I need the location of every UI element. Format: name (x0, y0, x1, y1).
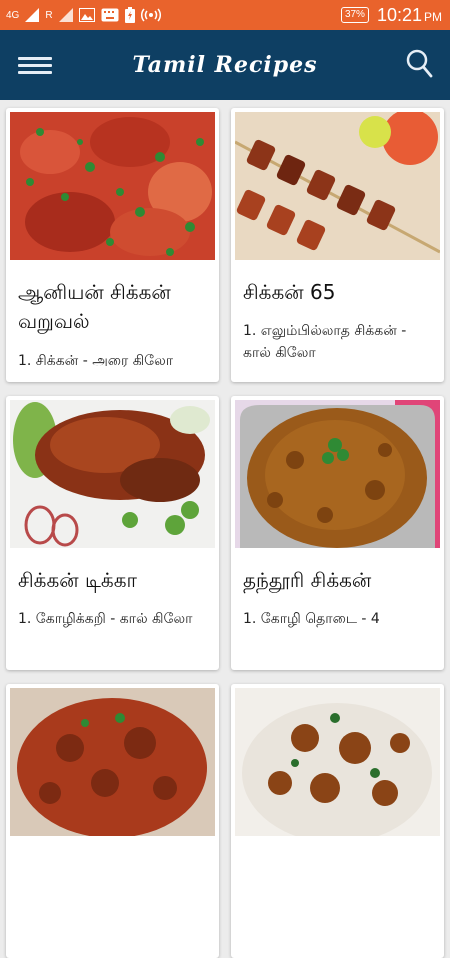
image-icon (78, 8, 95, 22)
clock: 10:21 PM (376, 4, 442, 25)
recipe-ingredient: 1. எலும்பில்லாத சிக்கன் - கால் கிலோ (243, 323, 407, 361)
network-type: 4G (6, 9, 20, 21)
recipe-title: ஆனியன் சிக்கன் வறுவல் (18, 280, 171, 333)
battery-charging-icon (124, 7, 135, 23)
status-bar: 4G R 37% 10:21 PM (0, 0, 450, 30)
recipe-ingredient: 1. சிக்கன் - அரை கிலோ (18, 353, 174, 369)
signal-icon (25, 8, 40, 22)
recipe-card[interactable] (231, 684, 444, 958)
recipe-card[interactable]: சிக்கன் 65 1. எலும்பில்லாத சிக்கன் - கால… (231, 108, 444, 382)
recipe-ingredient: 1. கோழிக்கறி - கால் கிலோ (18, 611, 193, 627)
recipe-card[interactable]: ஆனியன் சிக்கன் வறுவல் 1. சிக்கன் - அரை க… (6, 108, 219, 382)
recipe-title: சிக்கன் டிக்கா (18, 568, 137, 592)
recipe-image (10, 400, 215, 548)
recipe-ingredient: 1. கோழி தொடை - 4 (243, 611, 380, 627)
recipe-image (235, 400, 440, 548)
battery-level: 37% (340, 7, 369, 23)
signal-icon-2 (58, 8, 73, 22)
app-bar: Tamil Recipes (0, 30, 450, 100)
roaming-indicator: R (45, 9, 53, 21)
recipe-grid: ஆனியன் சிக்கன் வறுவல் 1. சிக்கன் - அரை க… (0, 100, 450, 958)
recipe-title: சிக்கன் 65 (243, 280, 336, 304)
recipe-image (235, 112, 440, 260)
app-title: Tamil Recipes (132, 52, 318, 78)
recipe-card[interactable]: சிக்கன் டிக்கா 1. கோழிக்கறி - கால் கிலோ (6, 396, 219, 670)
recipe-card[interactable]: தந்தூரி சிக்கன் 1. கோழி தொடை - 4 (231, 396, 444, 670)
recipe-card[interactable] (6, 684, 219, 958)
recipe-image (235, 688, 440, 836)
recipe-image (10, 688, 215, 836)
recipe-image (10, 112, 215, 260)
keyboard-icon (101, 8, 119, 22)
recipe-title: தந்தூரி சிக்கன் (243, 568, 372, 592)
hotspot-icon (140, 8, 161, 22)
search-icon[interactable] (404, 48, 434, 80)
menu-icon[interactable] (18, 53, 52, 77)
